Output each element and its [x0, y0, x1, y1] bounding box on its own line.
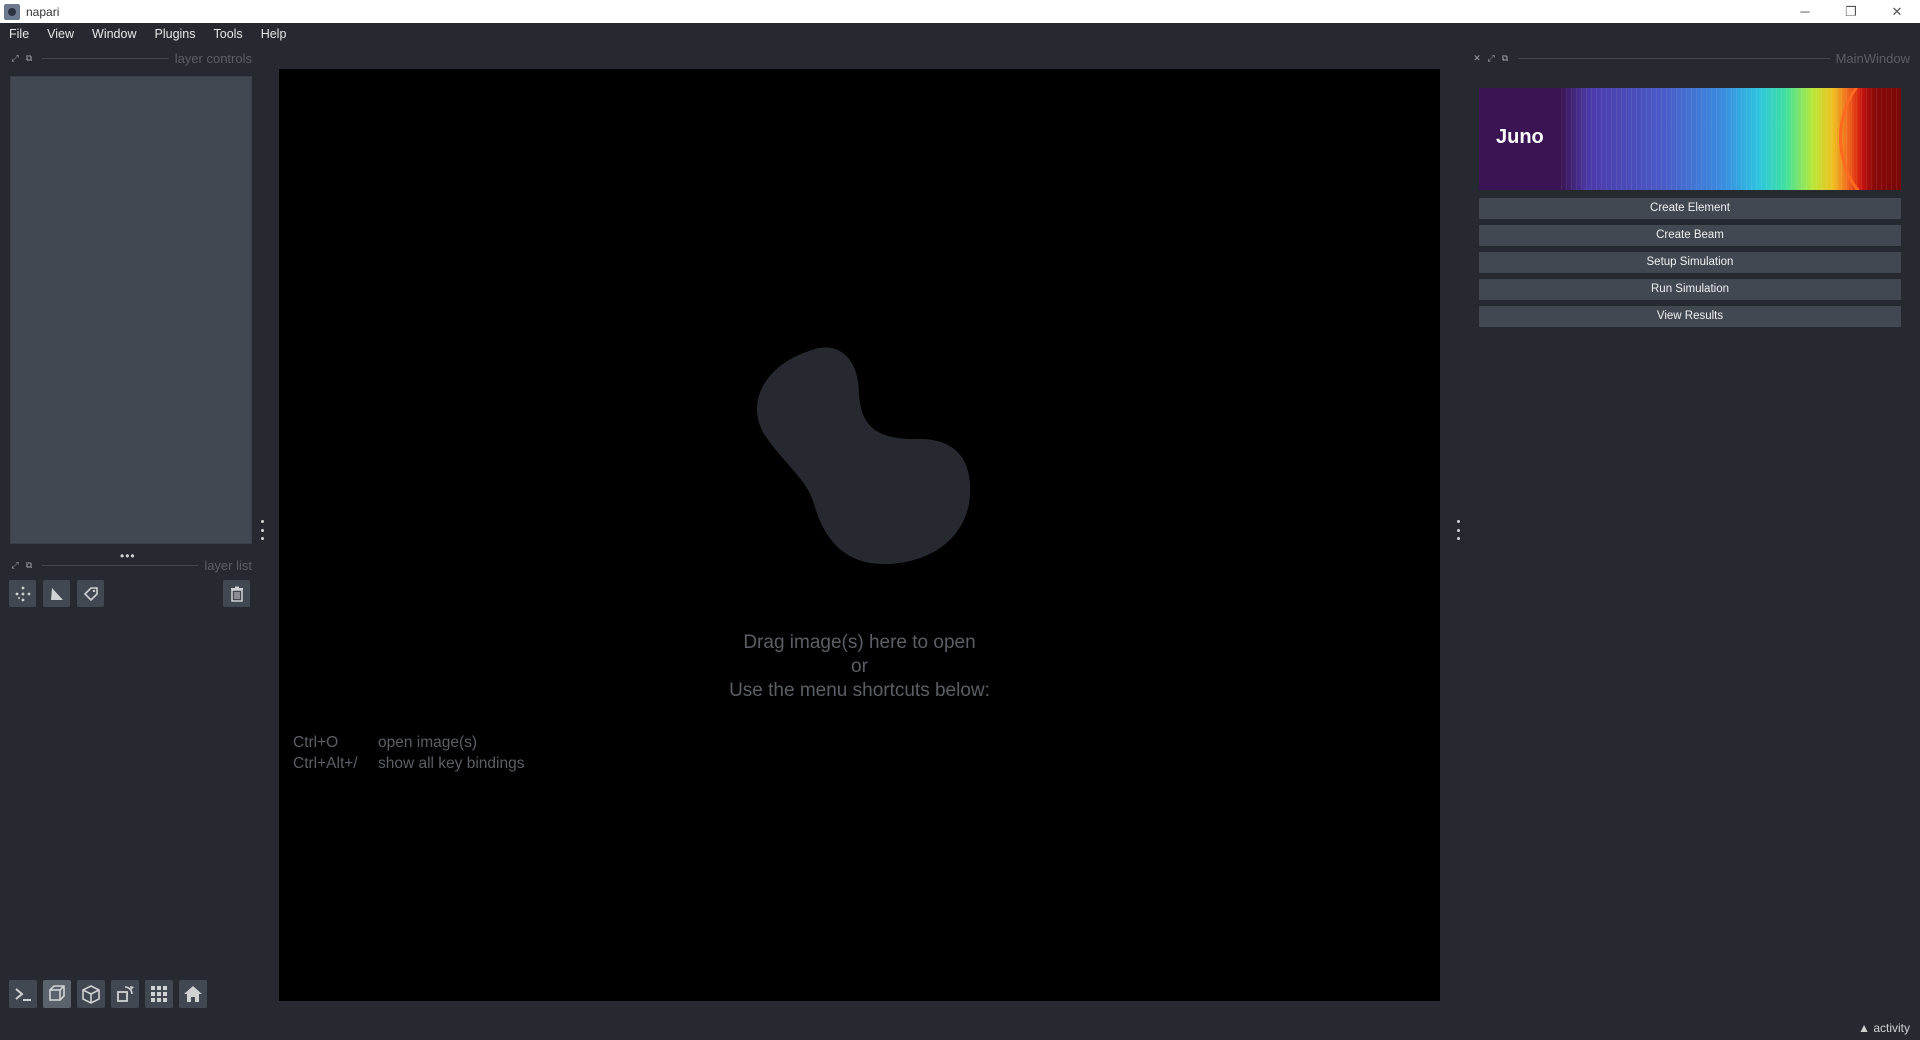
- menu-file[interactable]: File: [0, 23, 38, 45]
- grid-button[interactable]: [145, 980, 173, 1008]
- header-divider: [42, 57, 169, 59]
- create-element-button[interactable]: Create Element: [1479, 198, 1901, 219]
- minimize-button[interactable]: ─: [1782, 0, 1828, 23]
- shortcut-row: Ctrl+Alt+/ show all key bindings: [293, 753, 524, 774]
- main-window-dock-header: ✕ ⤢ ⧉ MainWindow: [1470, 50, 1910, 66]
- close-dock-icon[interactable]: ✕: [1470, 52, 1484, 64]
- undock-icon[interactable]: ⧉: [22, 559, 36, 571]
- napari-logo-icon: [756, 347, 971, 564]
- float-icon[interactable]: ⤢: [8, 52, 22, 64]
- close-button[interactable]: ✕: [1874, 0, 1920, 23]
- home-icon: [184, 986, 202, 1002]
- left-dock-resize-handle[interactable]: [259, 520, 265, 540]
- menu-tools[interactable]: Tools: [205, 23, 252, 45]
- console-icon: [15, 988, 31, 1001]
- create-beam-button[interactable]: Create Beam: [1479, 225, 1901, 246]
- activity-label: activity: [1873, 1021, 1910, 1035]
- layer-list-header: ⤢ ⧉ layer list: [8, 557, 252, 573]
- delete-layer-icon: [230, 586, 243, 602]
- menu-view[interactable]: View: [38, 23, 83, 45]
- menu-help[interactable]: Help: [252, 23, 296, 45]
- welcome-line-1: Drag image(s) here to open: [743, 632, 976, 653]
- welcome-line-3: Use the menu shortcuts below:: [729, 680, 990, 701]
- layer-controls-header: ⤢ ⧉ layer controls: [8, 50, 252, 66]
- main-window-title: MainWindow: [1835, 50, 1910, 66]
- activity-toggle[interactable]: ▲ activity: [1858, 1021, 1910, 1035]
- header-divider: [1518, 57, 1830, 59]
- ndisplay-button[interactable]: [43, 980, 71, 1008]
- window-title: napari: [26, 4, 60, 19]
- window-controls: ─ ❐ ✕: [1782, 0, 1920, 23]
- layer-controls-panel: [10, 76, 252, 544]
- menu-plugins[interactable]: Plugins: [146, 23, 205, 45]
- delete-layer-button[interactable]: [223, 580, 250, 607]
- caret-up-icon: ▲: [1858, 1021, 1874, 1035]
- layer-list-title: layer list: [204, 557, 252, 573]
- shortcut-row: Ctrl+O open image(s): [293, 732, 524, 753]
- setup-simulation-button[interactable]: Setup Simulation: [1479, 252, 1901, 273]
- new-points-layer-button[interactable]: [9, 580, 36, 607]
- new-labels-layer-icon: [83, 586, 98, 601]
- grid-icon: [151, 986, 167, 1002]
- undock-icon[interactable]: ⧉: [1498, 52, 1512, 64]
- layer-controls-title: layer controls: [174, 50, 252, 66]
- shortcut-key: Ctrl+O: [293, 734, 339, 751]
- run-simulation-button[interactable]: Run Simulation: [1479, 279, 1901, 300]
- viewer-canvas[interactable]: Drag image(s) here to open or Use the me…: [279, 69, 1440, 1001]
- restore-button[interactable]: ❐: [1828, 0, 1874, 23]
- shortcut-key: Ctrl+Alt+/: [293, 755, 358, 772]
- right-dock-resize-handle[interactable]: [1455, 520, 1461, 540]
- shortcut-action: show all key bindings: [378, 755, 525, 772]
- new-points-layer-icon: [15, 586, 30, 601]
- undock-icon[interactable]: ⧉: [22, 52, 36, 64]
- float-icon[interactable]: ⤢: [8, 559, 22, 571]
- header-divider: [42, 564, 199, 566]
- float-icon[interactable]: ⤢: [1484, 52, 1498, 64]
- transpose-icon: [117, 986, 134, 1002]
- transpose-button[interactable]: [111, 980, 139, 1008]
- napari-app-icon: [4, 3, 20, 20]
- menu-window[interactable]: Window: [83, 23, 145, 45]
- view-results-button[interactable]: View Results: [1479, 306, 1901, 327]
- title-bar: napari ─ ❐ ✕: [0, 0, 1920, 23]
- roll-axes-button[interactable]: [77, 980, 105, 1008]
- welcome-line-2: or: [851, 656, 868, 677]
- menu-bar: File View Window Plugins Tools Help: [0, 23, 1920, 45]
- shortcut-list: Ctrl+O open image(s) Ctrl+Alt+/ show all…: [293, 732, 524, 774]
- juno-banner: Juno: [1479, 88, 1901, 190]
- ndisplay-icon: [49, 985, 65, 1001]
- new-shapes-layer-button[interactable]: [43, 580, 70, 607]
- new-labels-layer-button[interactable]: [77, 580, 104, 607]
- shortcut-action: open image(s): [378, 734, 478, 751]
- roll-axes-icon: [82, 985, 100, 1004]
- juno-banner-title: Juno: [1496, 126, 1544, 148]
- home-button[interactable]: [179, 980, 207, 1008]
- console-button[interactable]: [9, 980, 37, 1008]
- new-shapes-layer-icon: [50, 587, 63, 600]
